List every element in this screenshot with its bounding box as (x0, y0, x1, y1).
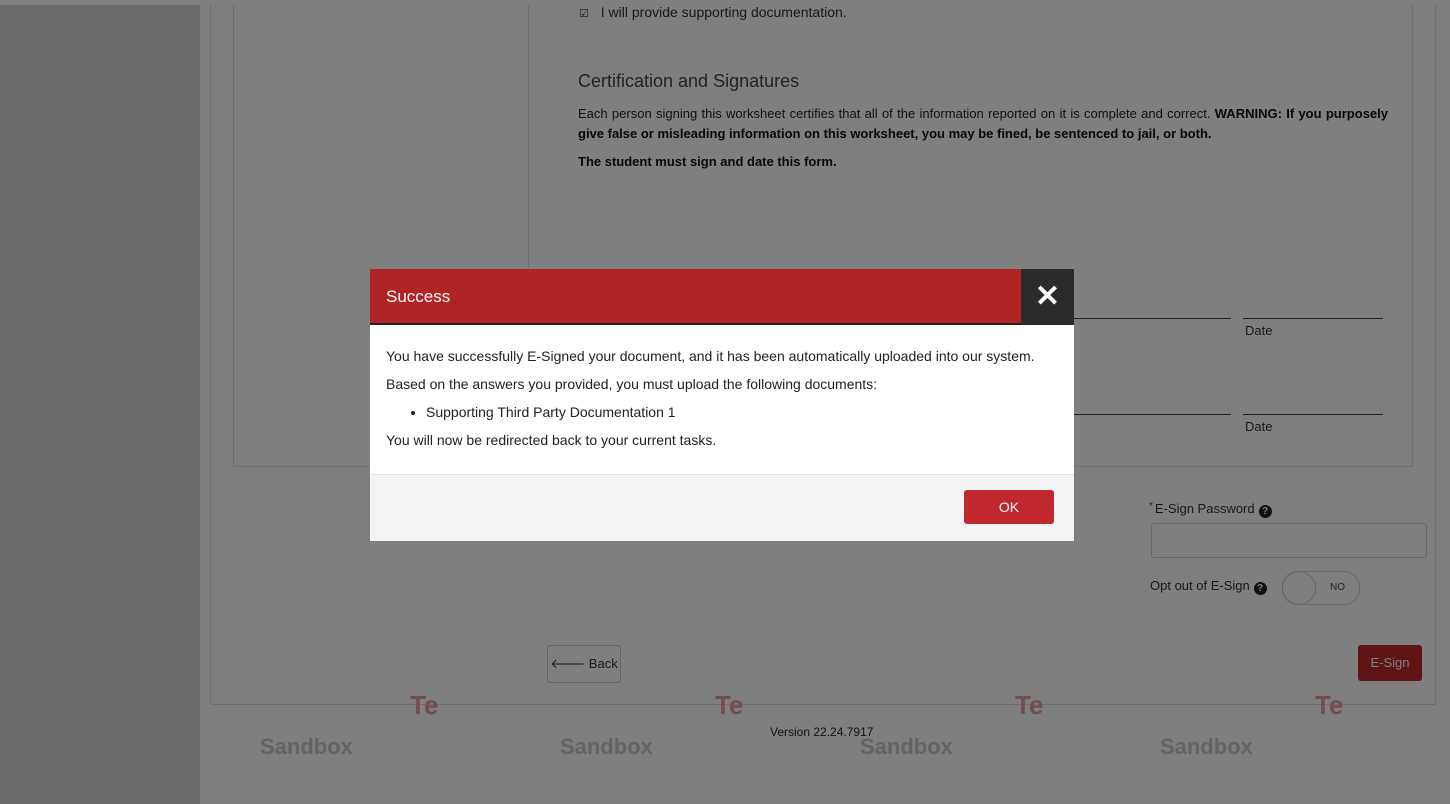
modal-footer: OK (370, 474, 1074, 541)
required-documents-list: Supporting Third Party Documentation 1 (386, 403, 1066, 427)
upload-instructions: Based on the answers you provided, you m… (386, 376, 878, 392)
close-icon[interactable]: ✕ (1021, 269, 1074, 325)
modal-body: You have successfully E-Signed your docu… (386, 347, 1066, 459)
success-message: You have successfully E-Signed your docu… (386, 348, 1035, 364)
success-modal: Success ✕ You have successfully E-Signed… (370, 269, 1074, 541)
ok-button[interactable]: OK (964, 490, 1054, 524)
redirect-message: You will now be redirected back to your … (386, 432, 717, 448)
list-item: Supporting Third Party Documentation 1 (426, 403, 1066, 427)
modal-header: Success (370, 269, 1021, 325)
modal-title: Success (386, 287, 451, 306)
